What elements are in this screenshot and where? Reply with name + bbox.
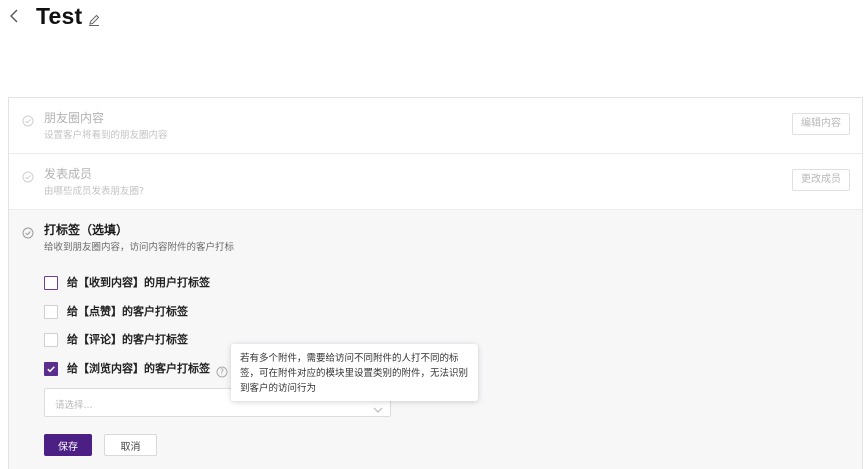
check-circle-icon [22, 112, 34, 127]
check-icon [47, 366, 55, 373]
check-circle-icon [22, 168, 34, 183]
change-members-button[interactable]: 更改成员 [792, 169, 850, 191]
select-placeholder: 请选择... [55, 400, 93, 411]
edit-content-button[interactable]: 编辑内容 [792, 113, 850, 135]
tag-option-likes[interactable]: 给【点赞】的客户打标签 [44, 303, 188, 321]
step-publish-members: 发表成员 由哪些成员发表朋友圈? 更改成员 [9, 154, 862, 210]
checkbox-checked[interactable] [44, 362, 58, 376]
save-button[interactable]: 保存 [44, 434, 92, 456]
option-label: 给【评论】的客户打标签 [67, 333, 188, 346]
checkbox[interactable] [44, 276, 58, 290]
step-moment-content: 朋友圈内容 设置客户将看到的朋友圈内容 编辑内容 [9, 98, 862, 154]
checkbox[interactable] [44, 333, 58, 347]
step-description: 设置客户将看到的朋友圈内容 [44, 130, 168, 141]
checkbox[interactable] [44, 305, 58, 319]
option-label: 给【点赞】的客户打标签 [67, 305, 188, 318]
tag-option-browse[interactable]: 给【浏览内容】的客户打标签 ? [44, 360, 228, 378]
option-label: 给【浏览内容】的客户打标签 [67, 362, 210, 375]
page-title: Test [36, 3, 83, 29]
edit-pencil-icon[interactable] [87, 12, 101, 26]
step-title: 朋友圈内容 [44, 111, 105, 125]
option-label: 给【收到内容】的用户打标签 [67, 276, 210, 289]
svg-text:?: ? [220, 368, 224, 377]
step-description: 由哪些成员发表朋友圈? [44, 186, 145, 197]
step-tagging: 打标签（选填） 给收到朋友圈内容，访问内容附件的客户打标 给【收到内容】的用户打… [9, 210, 862, 469]
step-title: 打标签（选填） [44, 223, 129, 237]
moment-steps-panel: 朋友圈内容 设置客户将看到的朋友圈内容 编辑内容 发表成员 由哪些成员发表朋友圈… [8, 97, 863, 469]
step-title: 发表成员 [44, 167, 93, 181]
question-circle-icon[interactable]: ? [216, 363, 228, 378]
step-description: 给收到朋友圈内容，访问内容附件的客户打标 [44, 242, 235, 253]
help-tooltip: 若有多个附件，需要给访问不同附件的人打不同的标签，可在附件对应的模块里设置类别的… [231, 344, 478, 401]
circle-icon [22, 224, 34, 239]
tag-option-received[interactable]: 给【收到内容】的用户打标签 [44, 274, 210, 292]
cancel-button[interactable]: 取消 [104, 434, 157, 456]
page-header: Test [0, 0, 865, 40]
back-icon[interactable] [8, 8, 22, 24]
tag-option-comments[interactable]: 给【评论】的客户打标签 [44, 331, 188, 349]
